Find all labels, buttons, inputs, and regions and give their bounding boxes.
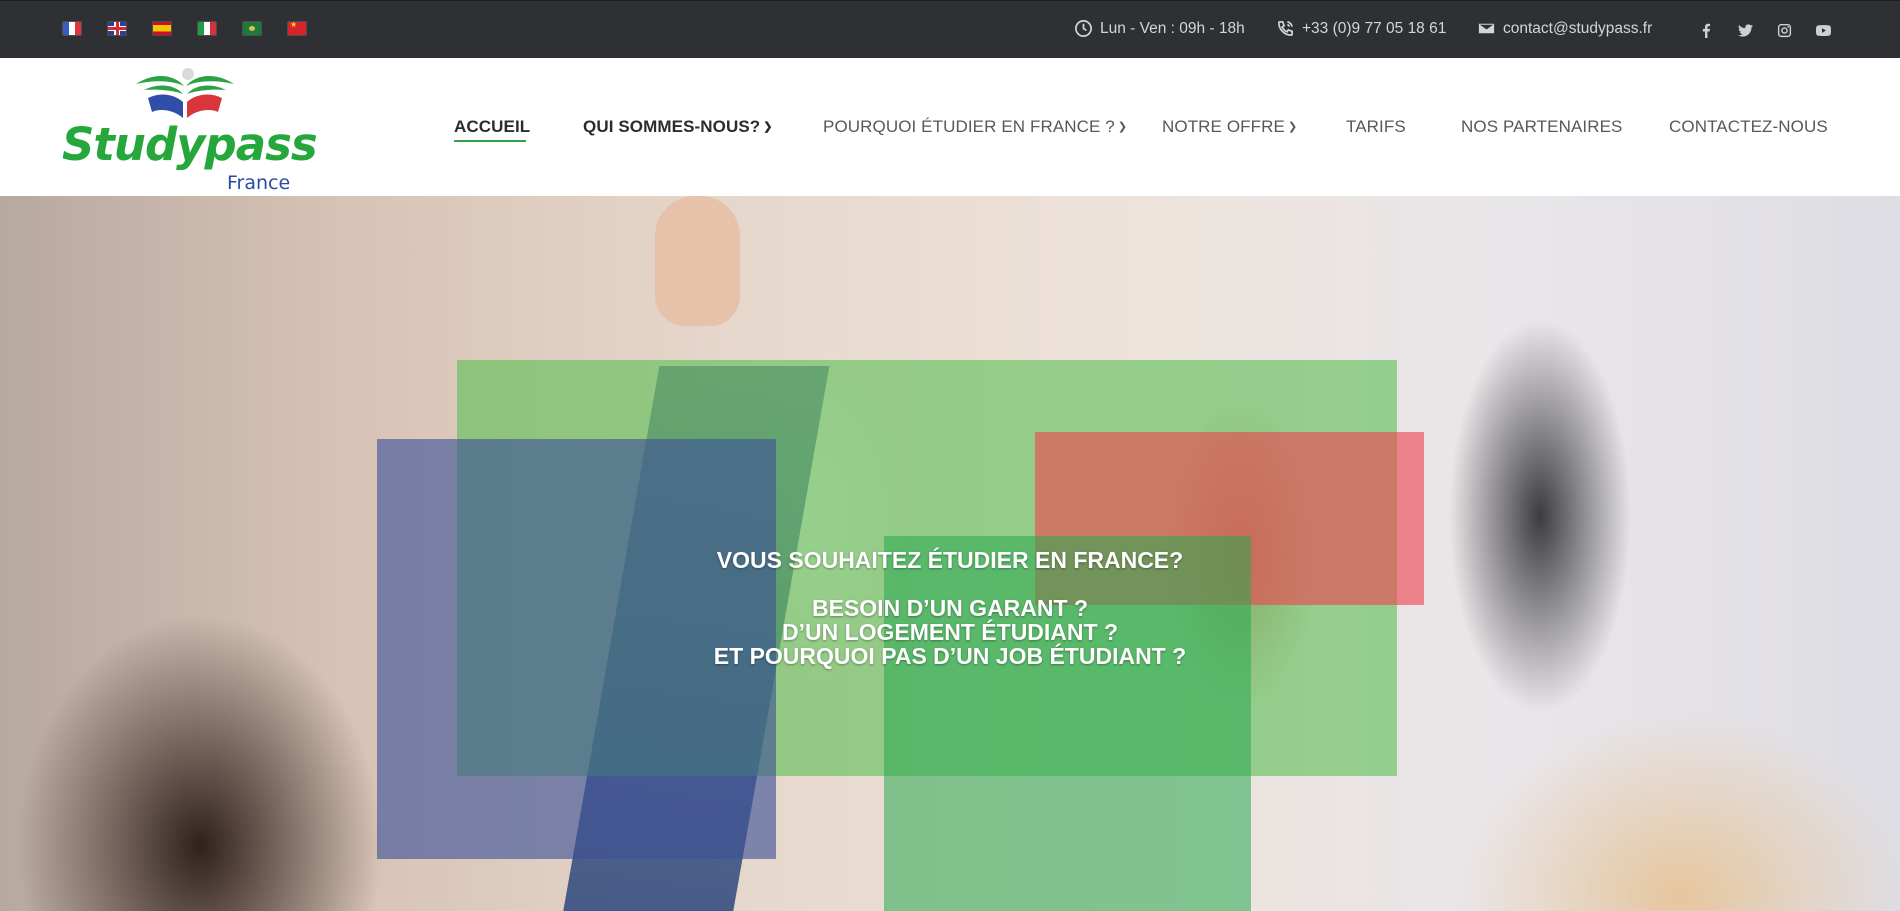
chevron-down-icon: ❯ <box>1117 121 1128 133</box>
nav-label: ACCUEIL <box>454 117 531 136</box>
book-logo-icon <box>136 68 234 118</box>
nav-item-notre-offre[interactable]: NOTRE OFFRE ❯ <box>1162 117 1297 137</box>
logo-country: France <box>227 172 291 194</box>
site-header: Studypass France ACCUEIL QUI SOMMES-NOUS… <box>0 58 1900 199</box>
facebook-icon[interactable] <box>1692 16 1720 44</box>
nav-label: TARIFS <box>1346 117 1406 136</box>
nav-item-nos-partenaires[interactable]: NOS PARTENAIRES <box>1461 117 1622 137</box>
phone-contact[interactable]: +33 (0)9 77 05 18 61 <box>1276 19 1446 38</box>
nav-label: POURQUOI ÉTUDIER EN FRANCE ? <box>823 117 1115 136</box>
social-links <box>1692 16 1837 44</box>
hero-headline: VOUS SOUHAITEZ ÉTUDIER EN FRANCE? <box>716 547 1184 573</box>
nav-item-tarifs[interactable]: TARIFS <box>1346 117 1406 137</box>
active-nav-indicator <box>454 140 526 142</box>
youtube-icon[interactable] <box>1809 16 1837 44</box>
nav-label: NOS PARTENAIRES <box>1461 117 1623 136</box>
flag-arabic-icon[interactable] <box>243 22 261 35</box>
top-bar: Lun - Ven : 09h - 18h +33 (0)9 77 05 18 … <box>0 0 1900 58</box>
language-switcher <box>63 22 306 35</box>
hero-message: VOUS SOUHAITEZ ÉTUDIER EN FRANCE? BESOIN… <box>520 548 1380 668</box>
chevron-down-icon: ❯ <box>763 121 773 133</box>
flag-france-icon[interactable] <box>63 22 81 35</box>
nav-item-pourquoi-etudier[interactable]: POURQUOI ÉTUDIER EN FRANCE ? ❯ <box>823 117 1127 137</box>
opening-hours-text: Lun - Ven : 09h - 18h <box>1100 19 1245 37</box>
nav-item-contactez-nous[interactable]: CONTACTEZ-NOUS <box>1669 117 1828 137</box>
nav-item-qui-sommes-nous[interactable]: QUI SOMMES-NOUS? ❯ <box>583 117 773 137</box>
twitter-icon[interactable] <box>1731 16 1759 44</box>
nav-label: CONTACTEZ-NOUS <box>1669 117 1828 136</box>
logo-wordmark: Studypass <box>62 118 318 171</box>
instagram-icon[interactable] <box>1770 16 1798 44</box>
phone-icon <box>1277 20 1294 37</box>
nav-label: QUI SOMMES-NOUS? <box>583 117 761 136</box>
hero-line-logement: D’UN LOGEMENT ÉTUDIANT ? <box>781 619 1119 645</box>
flag-spain-icon[interactable] <box>153 22 171 35</box>
opening-hours: Lun - Ven : 09h - 18h <box>1074 19 1245 38</box>
hero-line-garant: BESOIN D’UN GARANT ? <box>812 595 1088 621</box>
nav-label: NOTRE OFFRE <box>1162 117 1285 136</box>
phone-number[interactable]: +33 (0)9 77 05 18 61 <box>1302 20 1446 38</box>
hero-line-job: ET POURQUOI PAS D’UN JOB ÉTUDIANT ? <box>713 643 1187 669</box>
email-contact[interactable]: contact@studypass.fr <box>1477 19 1652 38</box>
email-address[interactable]: contact@studypass.fr <box>1503 20 1652 38</box>
flag-china-icon[interactable] <box>288 22 306 35</box>
mail-icon <box>1478 23 1495 34</box>
raised-hand-photo <box>655 196 740 326</box>
studypass-logo[interactable]: Studypass France <box>60 68 318 199</box>
clock-icon <box>1075 20 1092 37</box>
flag-italy-icon[interactable] <box>198 22 216 35</box>
chevron-down-icon: ❯ <box>1287 121 1298 133</box>
flag-uk-icon[interactable] <box>108 22 126 35</box>
nav-item-accueil[interactable]: ACCUEIL <box>454 117 530 137</box>
hero-banner: VOUS SOUHAITEZ ÉTUDIER EN FRANCE? BESOIN… <box>0 196 1900 911</box>
